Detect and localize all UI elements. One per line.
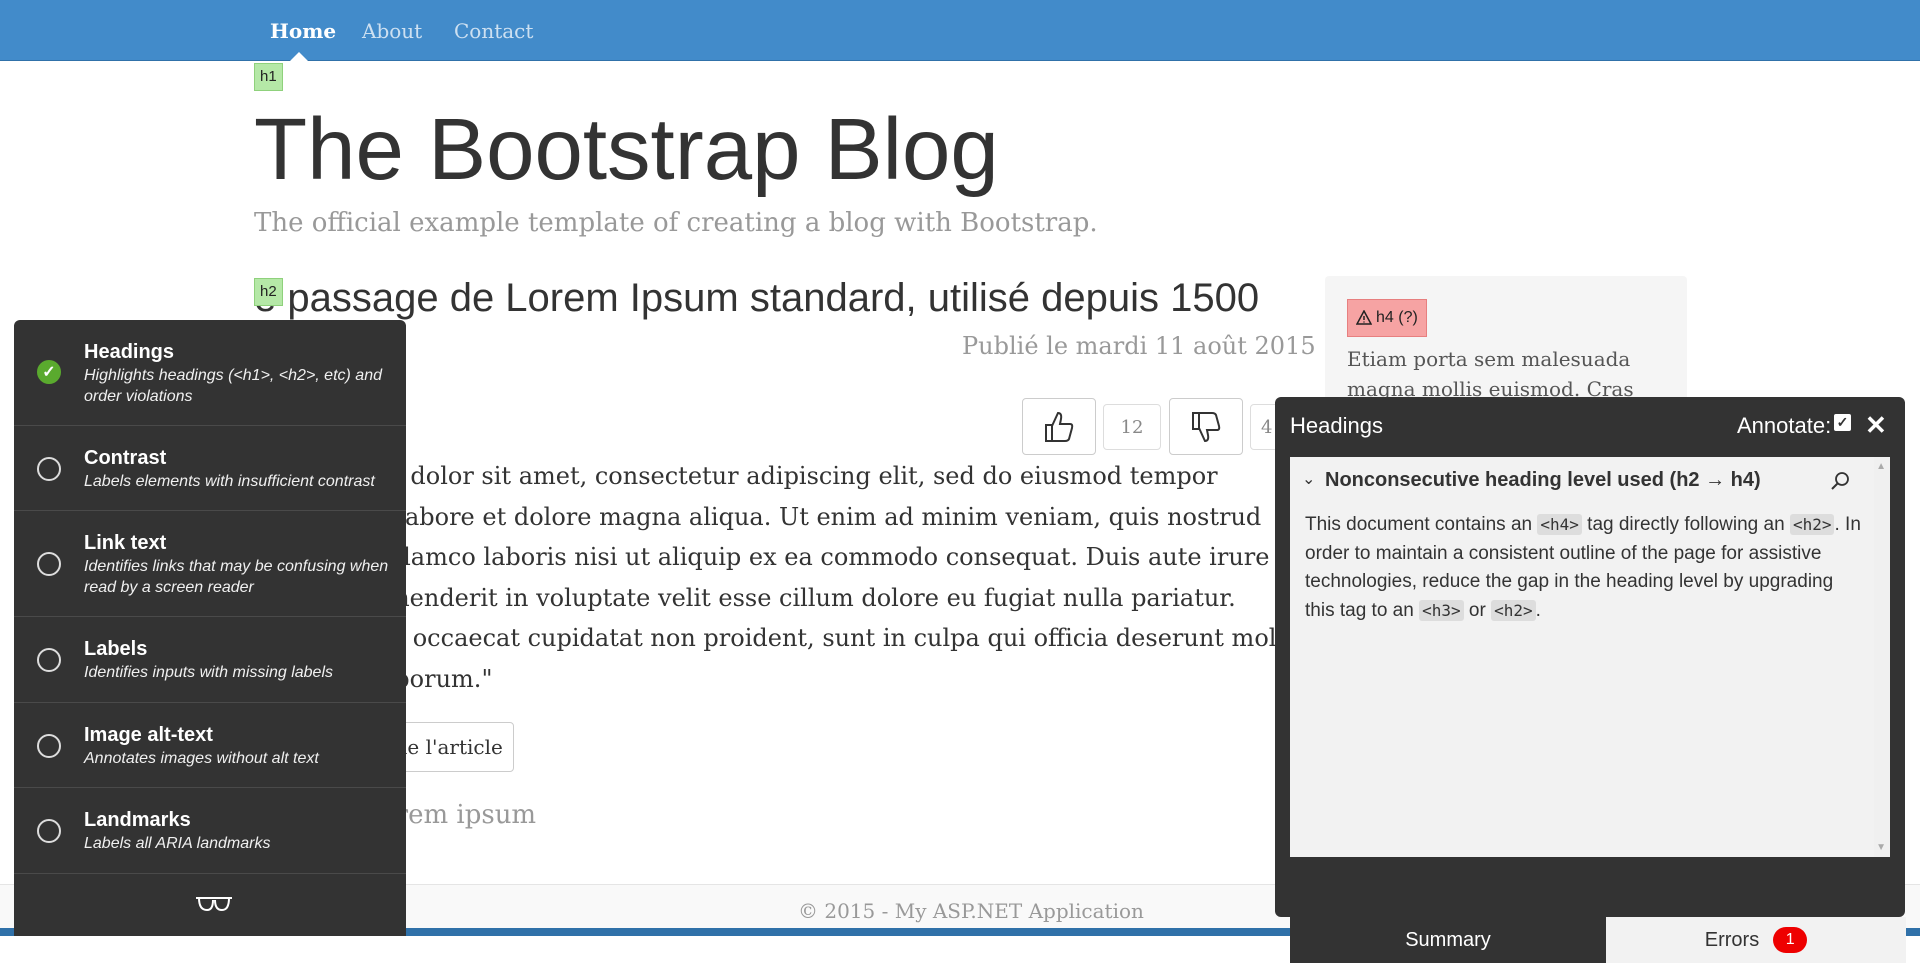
post-body-line: m dolor sit amet, consectetur adipiscing… [380,462,1218,490]
accessibility-plugin-panel: ✓ Headings Highlights headings (<h1>, <h… [14,320,406,936]
error-desc-text: . [1535,599,1541,621]
error-title[interactable]: Nonconsecutive heading level used (h2 → … [1325,469,1761,492]
plugin-title: Labels [84,638,148,660]
post-body-line: ehenderit in voluptate velit esse cillum… [380,583,1236,612]
h4-error-badge[interactable]: h4 (?) [1347,299,1427,337]
glasses-icon[interactable] [194,892,234,914]
scroll-down-icon[interactable]: ▼ [1876,842,1886,853]
plugin-description: Annotates images without alt text [84,750,319,767]
plugin-landmarks[interactable]: Landmarks Labels all ARIA landmarks [14,788,406,874]
plugin-headings[interactable]: ✓ Headings Highlights headings (<h1>, <h… [14,320,406,426]
error-details: ⌄ Nonconsecutive heading level used (h2 … [1290,457,1906,963]
checkmark-icon[interactable]: ✓ [37,360,61,384]
chevron-down-icon[interactable]: ⌄ [1302,469,1315,489]
nav-home-link[interactable]: Home [270,19,336,43]
active-caret-icon [290,52,308,61]
post-title: e passage de Lorem Ipsum standard, utili… [254,276,1260,320]
plugin-title: Image alt-text [84,724,213,746]
radio-icon[interactable] [37,457,61,481]
h4-badge-label: h4 (?) [1376,309,1418,326]
scrollbar[interactable]: ▲ ▼ [1874,457,1890,857]
radio-icon[interactable] [37,734,61,758]
tab-summary[interactable]: Summary [1290,917,1606,963]
plugin-description: Identifies inputs with missing labels [84,664,334,681]
blog-title: The Bootstrap Blog [254,101,999,198]
error-desc-text: or [1463,599,1492,621]
plugin-image-alt-text[interactable]: Image alt-text Annotates images without … [14,703,406,788]
post-body: m dolor sit amet, consectetur adipiscing… [380,456,1285,699]
vote-count: 12 [1103,404,1161,450]
error-description: This document contains an <h4> tag direc… [1305,511,1865,625]
h1-annotation-badge: h1 [254,63,283,91]
tab-errors[interactable]: Errors 1 [1606,917,1906,963]
post-body-line: aborum." [380,664,493,693]
plugin-title: Landmarks [84,809,191,831]
warning-icon [1356,310,1372,325]
code-snippet: <h2> [1491,599,1536,621]
thumbs-down-button[interactable] [1169,398,1243,455]
plugin-description: Highlights headings (<h1>, <h2>, etc) an… [84,367,382,405]
plugin-title: Contrast [84,447,167,469]
radio-icon[interactable] [37,819,61,843]
plugin-description: Labels elements with insufficient contra… [84,473,375,490]
thumbs-up-icon [1045,411,1074,442]
magnifier-icon[interactable] [1830,471,1850,491]
code-snippet: <h4> [1537,514,1582,535]
code-snippet: <h3> [1419,599,1464,621]
annotate-label: Annotate: [1737,413,1832,438]
thumbs-down-icon [1192,411,1221,442]
code-snippet: <h2> [1789,514,1835,535]
blog-description: The official example template of creatin… [254,208,1098,238]
plugin-title: Headings [84,341,175,363]
post-body-line: nt occaecat cupidatat non proident, sunt… [380,624,1285,652]
info-panel-title: Headings [1290,413,1383,438]
plugin-title: Link text [84,532,167,554]
radio-icon[interactable] [37,648,61,672]
plugin-description: Labels all ARIA landmarks [84,835,271,852]
nav-contact-link[interactable]: Contact [454,19,533,43]
nav-about-link[interactable]: About [362,19,422,43]
annotate-checkbox[interactable]: ✓ [1834,414,1851,431]
error-count-badge: 1 [1773,927,1808,953]
tab-errors-label: Errors [1704,928,1760,951]
post-body-line: t labore et dolore magna aliqua. Ut enim… [380,502,1262,531]
plugin-link-text[interactable]: Link text Identifies links that may be c… [14,511,406,617]
heading-info-panel: Headings Annotate: ✓ ✕ ⌄ Nonconsecutive … [1275,397,1906,963]
error-desc-text: tag directly following an [1581,514,1790,535]
post-body-line: ullamco laboris nisi ut aliquip ex ea co… [380,543,1270,571]
plugin-labels[interactable]: Labels Identifies inputs with missing la… [14,617,406,703]
top-navbar: Home About Contact [0,0,1920,61]
scroll-up-icon[interactable]: ▲ [1876,461,1886,472]
footer-copyright: © 2015 - My ASP.NET Application [798,899,1144,923]
thumbs-up-button[interactable] [1022,398,1096,455]
sidebar-text: Etiam porta sem malesuada magna mollis e… [1347,347,1634,401]
plugin-contrast[interactable]: Contrast Labels elements with insufficie… [14,426,406,511]
plugin-description: Identifies links that may be confusing w… [84,558,389,596]
post-date: Publié le mardi 11 août 2015 [962,332,1316,360]
radio-icon[interactable] [37,552,61,576]
error-desc-text: This document contains an [1305,514,1538,535]
h2-annotation-badge: h2 [254,278,283,306]
close-icon[interactable]: ✕ [1865,410,1887,441]
